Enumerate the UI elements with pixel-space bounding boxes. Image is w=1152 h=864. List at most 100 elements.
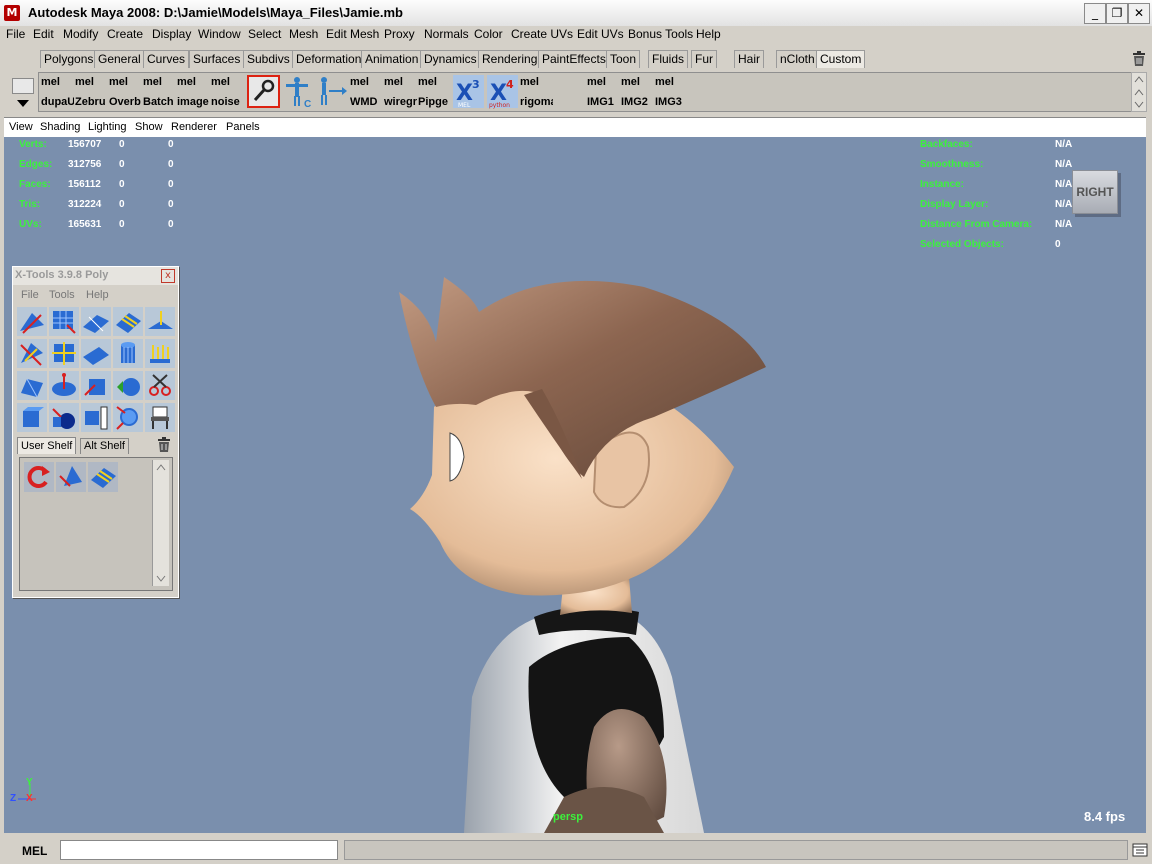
x3-mel-icon[interactable]: X 3 MEL xyxy=(452,74,485,109)
tool-bevel-icon[interactable] xyxy=(17,371,47,400)
tab-fluids[interactable]: Fluids xyxy=(648,50,689,68)
shelf-button-pipge[interactable]: mel Pipge xyxy=(418,74,451,109)
tool-flat-plane-icon[interactable] xyxy=(81,339,111,368)
menu-normals[interactable]: Normals xyxy=(424,27,469,41)
xtools-trash-icon[interactable] xyxy=(157,437,171,453)
trash-icon[interactable] xyxy=(1132,51,1146,67)
wrench-icon[interactable] xyxy=(247,75,280,110)
xtools-menu-tools[interactable]: Tools xyxy=(49,289,75,301)
tab-dynamics[interactable]: Dynamics xyxy=(420,50,481,68)
tab-ncloth[interactable]: nCloth xyxy=(776,50,819,68)
redo-arrow-icon[interactable] xyxy=(24,462,54,492)
tab-hair[interactable]: Hair xyxy=(734,50,765,68)
shelf-button-image[interactable]: mel image xyxy=(177,74,210,109)
x4-python-icon[interactable]: X 4 python xyxy=(486,74,519,109)
shelf-button-zebru[interactable]: mel Zebru xyxy=(75,74,108,109)
shelf-button-dupaU[interactable]: mel dupaU xyxy=(41,74,74,109)
menu-bonus-tools[interactable]: Bonus Tools xyxy=(628,27,693,41)
menu-display[interactable]: Display xyxy=(152,27,191,41)
tool-box-arrow-icon[interactable] xyxy=(81,371,111,400)
script-editor-icon[interactable] xyxy=(1132,842,1148,858)
tool-cylinder-icon[interactable] xyxy=(113,339,143,368)
panel-menu-shading[interactable]: Shading xyxy=(40,121,80,133)
menu-color[interactable]: Color xyxy=(474,27,503,41)
panel-menu-view[interactable]: View xyxy=(9,121,33,133)
shelf-button-img2[interactable]: mel IMG2 xyxy=(621,74,654,109)
tab-rendering[interactable]: Rendering xyxy=(478,50,542,68)
tool-bars-icon[interactable] xyxy=(145,339,175,368)
shelf-button-img3[interactable]: mel IMG3 xyxy=(655,74,688,109)
tab-deformation[interactable]: Deformation xyxy=(292,50,366,68)
menu-modify[interactable]: Modify xyxy=(63,27,98,41)
tab-polygons[interactable]: Polygons xyxy=(40,50,98,68)
shelf-button-img1[interactable]: mel IMG1 xyxy=(587,74,620,109)
shelf-dropdown-arrow-icon[interactable] xyxy=(16,98,30,108)
menu-proxy[interactable]: Proxy xyxy=(384,27,415,41)
tool-yellow-grid-icon[interactable] xyxy=(113,307,143,336)
view-cube[interactable]: RIGHT xyxy=(1072,170,1118,214)
character-arrow-icon[interactable] xyxy=(316,74,349,109)
minimize-button[interactable]: _ xyxy=(1084,3,1106,24)
menu-create[interactable]: Create xyxy=(107,27,143,41)
tab-toon[interactable]: Toon xyxy=(606,50,641,68)
tab-curves[interactable]: Curves xyxy=(143,50,190,68)
tab-general[interactable]: General xyxy=(94,50,145,68)
tool-normal-up-icon[interactable] xyxy=(145,307,175,336)
tool-extrude-icon[interactable] xyxy=(17,307,47,336)
tool-sphere-icon[interactable] xyxy=(113,371,143,400)
tool-mirror-sphere-icon[interactable] xyxy=(49,403,79,432)
shelf-button-noise[interactable]: mel noise xyxy=(211,74,244,109)
xtools-title-bar[interactable]: X-Tools 3.9.8 Poly x xyxy=(13,267,178,285)
close-button[interactable]: ✕ xyxy=(1128,3,1150,24)
tool-plane-cut-icon[interactable] xyxy=(81,307,111,336)
xtools-close-button[interactable]: x xyxy=(161,269,175,283)
shelf-button-overb[interactable]: mel Overb xyxy=(109,74,142,109)
xtools-shelf-scrollbar[interactable] xyxy=(152,460,169,586)
xtools-tab-user-shelf[interactable]: User Shelf xyxy=(17,437,77,454)
xtools-menu-help[interactable]: Help xyxy=(86,289,109,301)
shelf-button-wiregr[interactable]: mel wiregr xyxy=(384,74,417,109)
tool-chair-icon[interactable] xyxy=(145,403,175,432)
panel-menu-show[interactable]: Show xyxy=(135,121,163,133)
panel-menu-panels[interactable]: Panels xyxy=(226,121,260,133)
tool-grid-select-icon[interactable] xyxy=(49,307,79,336)
command-line: MEL xyxy=(0,838,1152,864)
tab-animation[interactable]: Animation xyxy=(361,50,423,68)
xtools-menu-file[interactable]: File xyxy=(21,289,39,301)
panel-menu-renderer[interactable]: Renderer xyxy=(171,121,217,133)
tool-scissors-icon[interactable] xyxy=(145,371,175,400)
menu-edit-uvs[interactable]: Edit UVs xyxy=(577,27,624,41)
tool-split-icon[interactable] xyxy=(17,339,47,368)
character-c-icon[interactable]: C xyxy=(282,74,315,109)
tool-pivot-icon[interactable] xyxy=(49,371,79,400)
tab-subdivs[interactable]: Subdivs xyxy=(243,50,294,68)
plane-tool-icon[interactable] xyxy=(88,462,118,492)
tab-fur[interactable]: Fur xyxy=(691,50,717,68)
shelf-button-rigoma[interactable]: melrigoma xyxy=(520,74,553,109)
tool-insert-loop-icon[interactable] xyxy=(49,339,79,368)
menu-select[interactable]: Select xyxy=(248,27,281,41)
menu-edit-mesh[interactable]: Edit Mesh xyxy=(326,27,379,41)
menu-create-uvs[interactable]: Create UVs xyxy=(511,27,573,41)
tool-cube-icon[interactable] xyxy=(17,403,47,432)
menu-window[interactable]: Window xyxy=(198,27,241,41)
shelf-button-batch[interactable]: mel Batch xyxy=(143,74,176,109)
tab-custom[interactable]: Custom xyxy=(816,50,866,68)
menu-help[interactable]: Help xyxy=(696,27,721,41)
shelf-button-wmd[interactable]: mel WMD xyxy=(350,74,383,109)
shelf-scrollbar[interactable] xyxy=(1131,72,1147,112)
panel-menu-lighting[interactable]: Lighting xyxy=(88,121,127,133)
menu-mesh[interactable]: Mesh xyxy=(289,27,318,41)
maya-app-icon[interactable]: M xyxy=(4,5,20,21)
cone-tool-icon[interactable] xyxy=(56,462,86,492)
tab-painteffects[interactable]: PaintEffects xyxy=(538,50,610,68)
menu-edit[interactable]: Edit xyxy=(33,27,54,41)
xtools-tab-alt-shelf[interactable]: Alt Shelf xyxy=(80,438,129,454)
menu-file[interactable]: File xyxy=(6,27,25,41)
tab-surfaces[interactable]: Surfaces xyxy=(189,50,245,68)
tool-combine-icon[interactable] xyxy=(81,403,111,432)
mel-command-input[interactable] xyxy=(60,840,338,860)
shelf-menu-button[interactable] xyxy=(12,78,34,94)
maximize-button[interactable]: ❐ xyxy=(1106,3,1128,24)
tool-magnifier-icon[interactable] xyxy=(113,403,143,432)
